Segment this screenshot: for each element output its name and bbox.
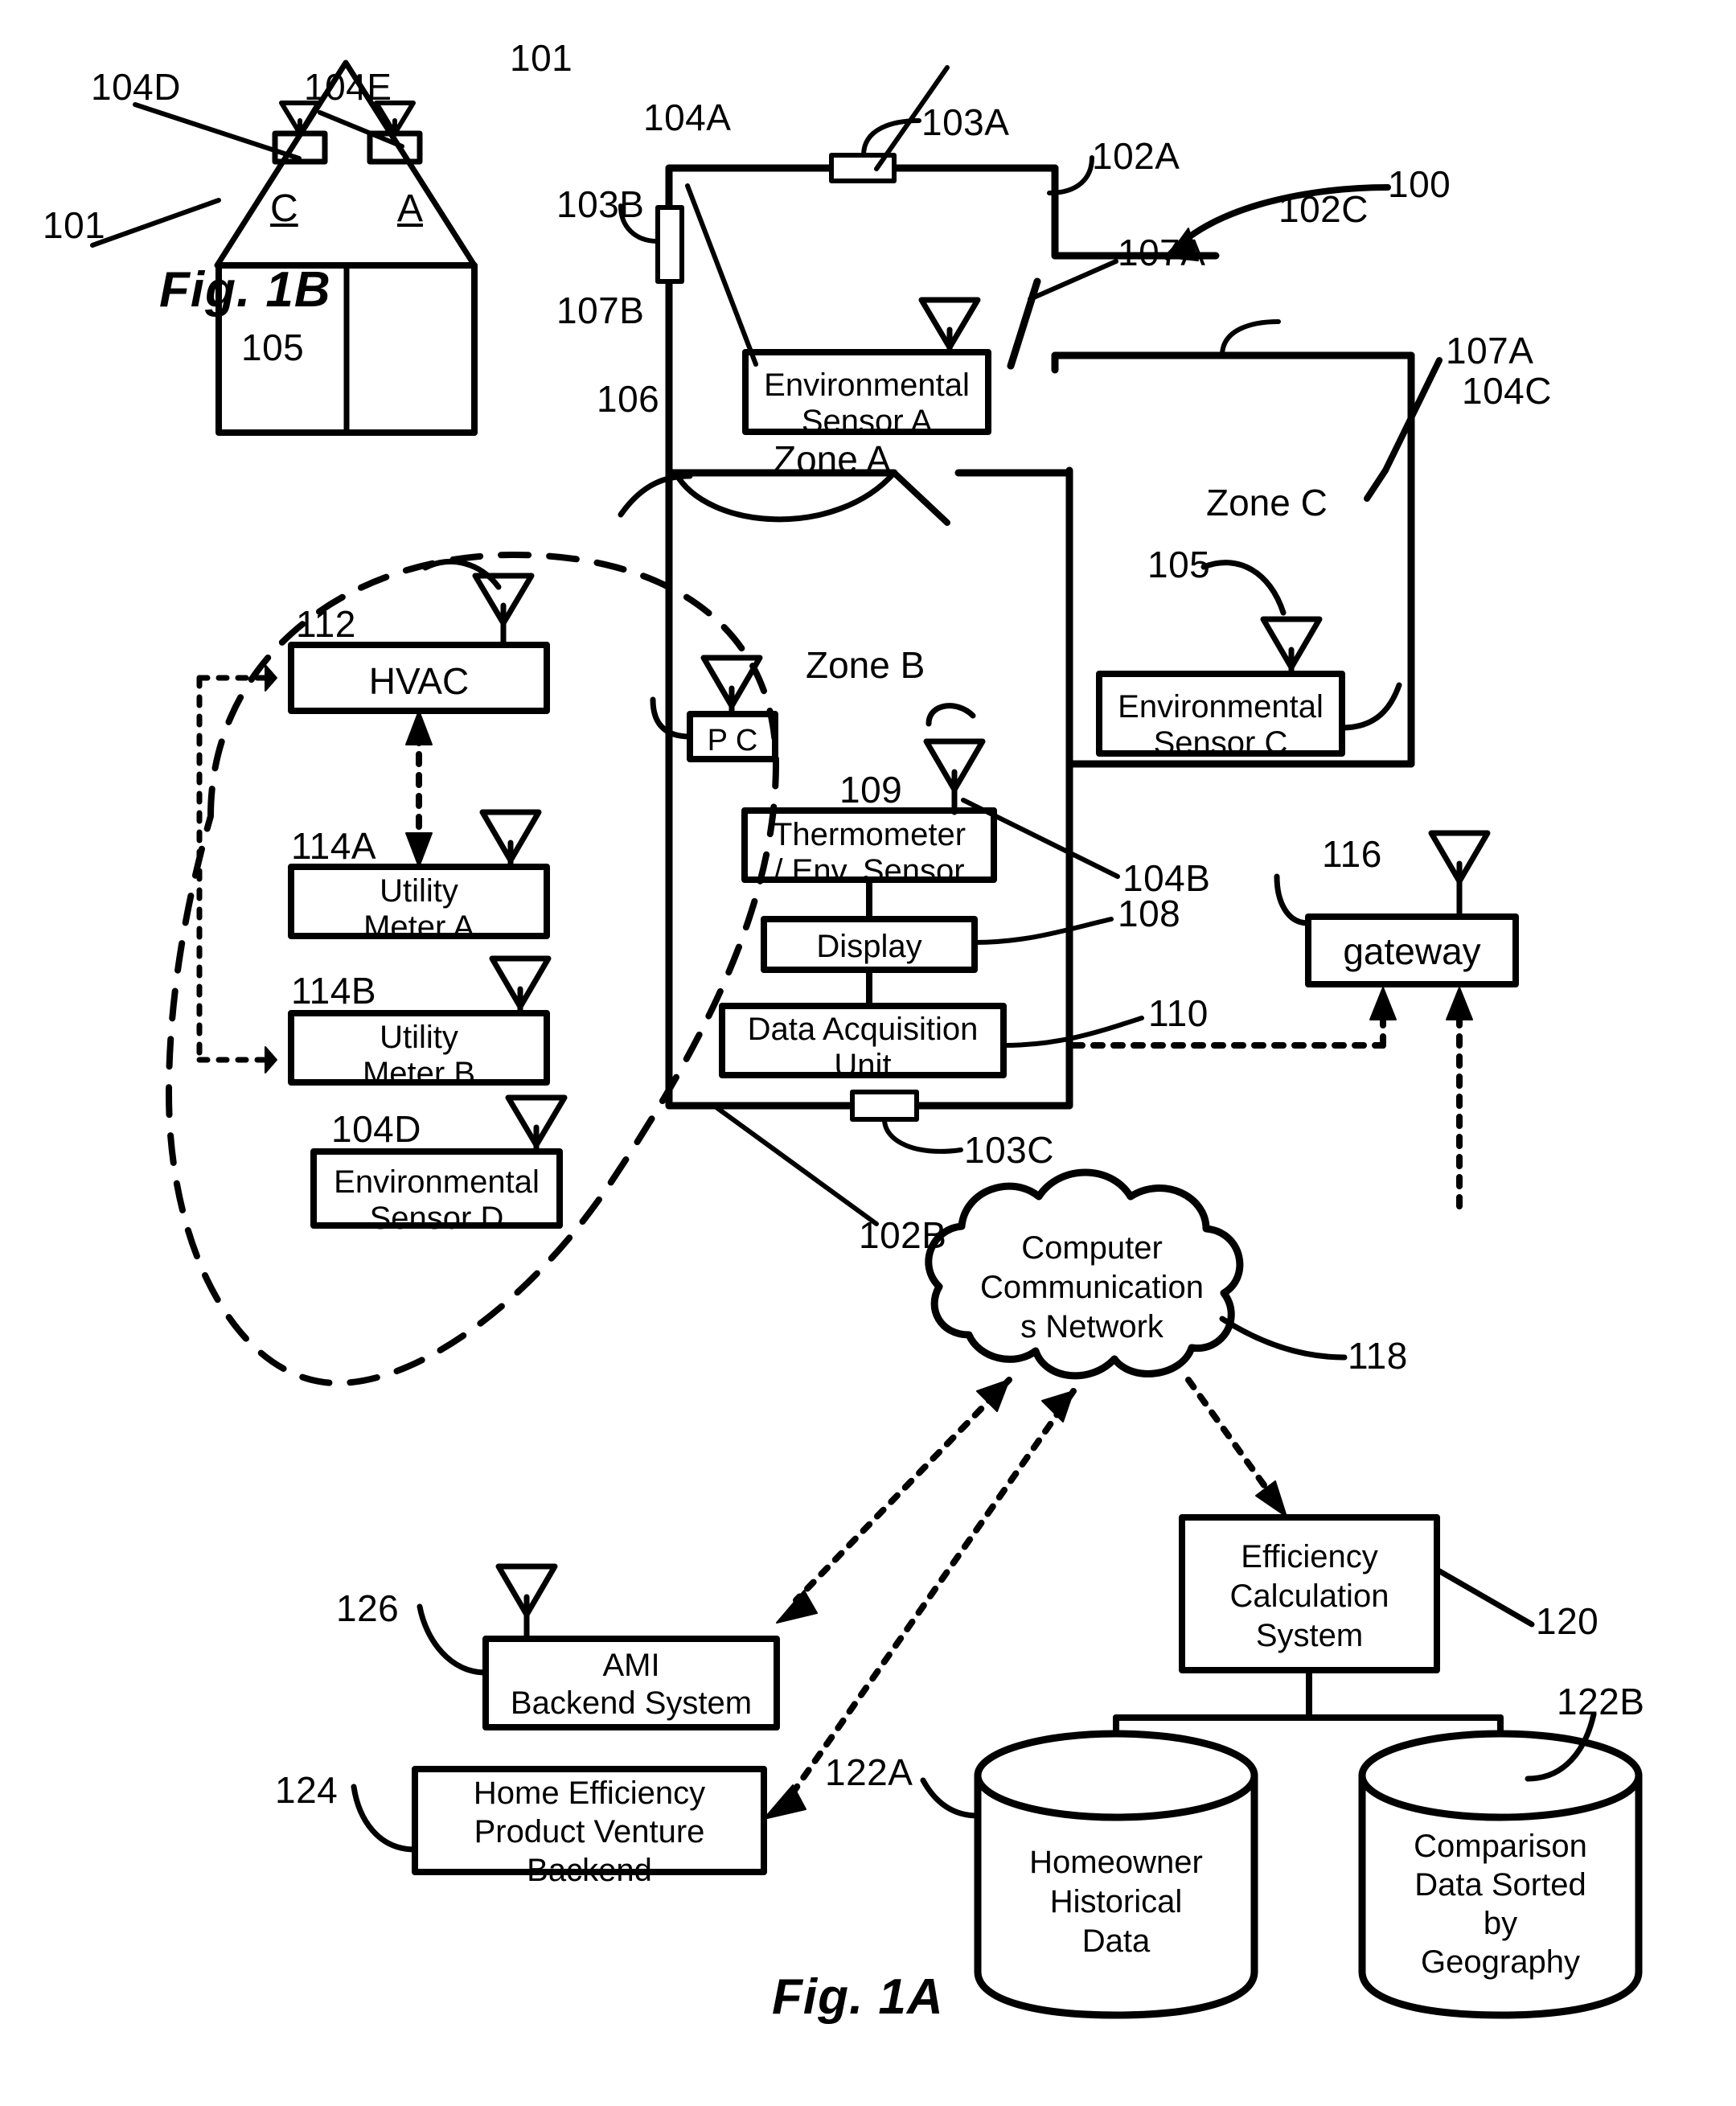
db-comparison-line1: Comparison — [1414, 1829, 1587, 1864]
ref-122a: 122A — [825, 1751, 913, 1793]
cloud-network: Computer Communication s Network — [955, 1229, 1229, 1346]
hepv-line1: Home Efficiency — [473, 1776, 706, 1811]
efficiency-line3: System — [1255, 1617, 1364, 1653]
env-sensor-a-line2: Sensor A — [801, 403, 933, 439]
env-sensor-c-line2: Sensor C — [1153, 725, 1288, 761]
hepv-line2: Product Venture — [474, 1814, 705, 1849]
hepv-line3: Backend — [527, 1853, 652, 1888]
efficiency-line1: Efficiency — [1241, 1539, 1378, 1574]
home-efficiency-backend-box: Home Efficiency Product Venture Backend — [415, 1774, 764, 1890]
env-sensor-d-line2: Sensor D — [369, 1200, 504, 1236]
hvac-box: HVAC — [368, 660, 470, 702]
ami-line2: Backend System — [510, 1685, 753, 1722]
ref-109: 109 — [839, 769, 903, 811]
efficiency-line2: Calculation — [1229, 1578, 1389, 1614]
db-homeowner-line3: Data — [1081, 1923, 1151, 1959]
ref-116: 116 — [1322, 833, 1382, 875]
ref-110: 110 — [1148, 992, 1209, 1034]
utility-meter-a-line1: Utility — [380, 873, 458, 909]
ref-101-fig1b: 101 — [43, 204, 106, 246]
gateway-box: gateway — [1343, 930, 1481, 972]
ref-104e-fig1b: 104E — [304, 66, 392, 108]
ref-118: 118 — [1348, 1335, 1408, 1377]
ref-124: 124 — [275, 1769, 339, 1811]
data-acquisition-unit-box: Data Acquisition Unit — [722, 1012, 1003, 1084]
ref-107b: 107B — [556, 289, 645, 331]
patent-figure-page: 104D 104E 101 C A Fig. 1B 101 100 104A 1… — [0, 0, 1736, 2106]
ref-108: 108 — [1118, 893, 1181, 934]
ref-105-left: 105 — [241, 326, 305, 368]
display-box: Display — [816, 929, 922, 964]
ref-103b: 103B — [556, 183, 645, 225]
efficiency-calculation-system-box: Efficiency Calculation System — [1182, 1537, 1437, 1655]
env-sensor-c-box: Environmental Sensor C — [1099, 689, 1342, 762]
thermometer-box: Thermometer / Env. Sensor — [745, 817, 994, 889]
dau-line1: Data Acquisition — [747, 1012, 979, 1047]
ref-104c: 104C — [1462, 370, 1552, 412]
pc-box: P C — [707, 724, 758, 757]
ref-100: 100 — [1388, 163, 1451, 205]
ref-103a: 103A — [921, 101, 1010, 143]
env-sensor-d-line1: Environmental — [334, 1164, 540, 1200]
utility-meter-b-line2: Meter B — [362, 1055, 476, 1091]
ami-backend-system-box: AMI Backend System — [486, 1647, 777, 1722]
zone-c-label: Zone C — [1206, 482, 1328, 523]
figure-1b-label: Fig. 1B — [159, 262, 331, 318]
db-homeowner-historical-data: Homeowner Historical Data — [983, 1843, 1250, 1960]
ref-112: 112 — [296, 603, 356, 645]
ref-101: 101 — [510, 37, 573, 79]
db-comparison-line2: Data Sorted — [1414, 1867, 1586, 1903]
cloud-line2: Communication — [980, 1269, 1204, 1305]
ref-120: 120 — [1536, 1600, 1599, 1642]
db-comparison-data: Comparison Data Sorted by Geography — [1367, 1827, 1634, 1981]
ref-102c: 102C — [1278, 188, 1369, 230]
ref-102b: 102B — [859, 1214, 947, 1256]
db-comparison-line4: Geography — [1421, 1944, 1580, 1980]
zone-a-label: Zone A — [774, 438, 891, 480]
figure-1a-label: Fig. 1A — [772, 1969, 944, 2025]
ref-104d-fig1b: 104D — [91, 66, 181, 108]
env-sensor-d-box: Environmental Sensor D — [314, 1164, 560, 1237]
utility-meter-b-line1: Utility — [380, 1020, 458, 1055]
ref-122b: 122B — [1557, 1681, 1645, 1722]
env-sensor-a-box: Environmental Sensor A — [745, 367, 988, 440]
env-sensor-c-line1: Environmental — [1118, 689, 1324, 725]
fig1b-cell-c: C — [270, 187, 298, 230]
db-homeowner-line2: Historical — [1049, 1883, 1183, 1919]
ref-104d: 104D — [331, 1108, 421, 1150]
ref-126: 126 — [336, 1587, 400, 1629]
ref-114a: 114A — [291, 825, 377, 867]
env-sensor-a-line1: Environmental — [764, 367, 970, 403]
dau-line2: Unit — [834, 1047, 892, 1083]
ref-102a: 102A — [1092, 135, 1180, 177]
db-homeowner-line1: Homeowner — [1029, 1845, 1203, 1880]
ref-107a-top: 107A — [1118, 232, 1206, 273]
ref-105-zonec: 105 — [1147, 544, 1211, 585]
fig1b-cell-a: A — [397, 187, 424, 230]
utility-meter-a-box: Utility Meter A — [291, 873, 547, 946]
thermometer-line2: / Env. Sensor — [774, 852, 965, 889]
ami-line1: AMI — [602, 1648, 660, 1683]
db-comparison-line3: by — [1483, 1906, 1518, 1941]
ref-114b: 114B — [291, 970, 377, 1012]
ref-107a-zonec: 107A — [1446, 330, 1534, 372]
ref-106: 106 — [597, 378, 660, 420]
utility-meter-a-line2: Meter A — [363, 909, 474, 945]
zone-b-label: Zone B — [806, 644, 925, 686]
utility-meter-b-box: Utility Meter B — [291, 1020, 547, 1092]
thermometer-line1: Thermometer — [772, 817, 966, 852]
cloud-line1: Computer — [1021, 1230, 1163, 1266]
ref-103c: 103C — [964, 1129, 1054, 1171]
cloud-line3: s Network — [1020, 1308, 1163, 1344]
ref-104a: 104A — [643, 96, 732, 138]
